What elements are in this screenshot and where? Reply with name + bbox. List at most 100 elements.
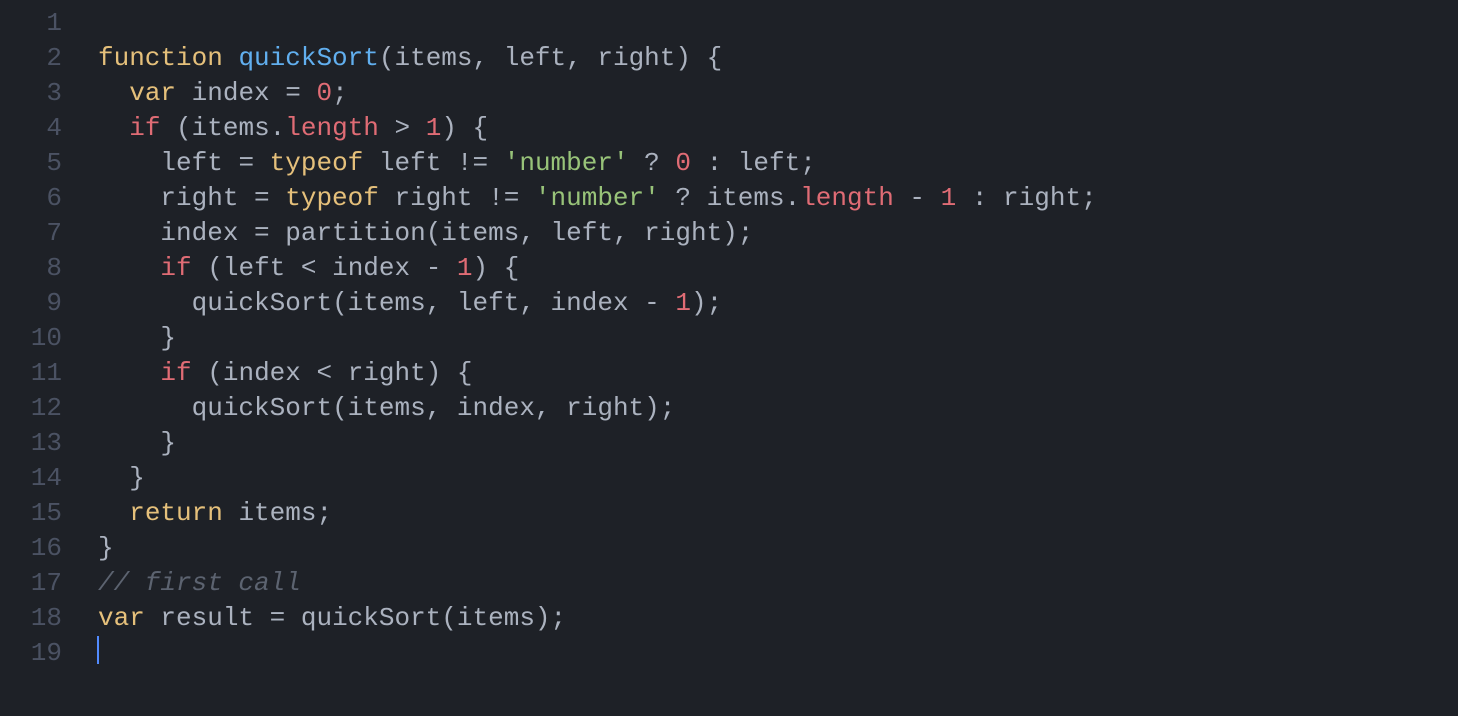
code-token: result [160, 603, 254, 633]
code-token: ( [192, 253, 223, 283]
code-area[interactable]: function quickSort(items, left, right) {… [80, 6, 1458, 716]
code-token: quickSort [238, 43, 378, 73]
code-token [176, 78, 192, 108]
code-token: = [254, 603, 301, 633]
code-token: items [707, 183, 785, 213]
code-line[interactable]: index = partition(items, left, right); [98, 216, 1458, 251]
code-line[interactable]: } [98, 426, 1458, 461]
code-token: function [98, 43, 223, 73]
code-token: items [192, 113, 270, 143]
code-token: ( [426, 218, 442, 248]
code-line[interactable]: if (index < right) { [98, 356, 1458, 391]
code-token: right [644, 218, 722, 248]
code-token: left [379, 148, 441, 178]
code-token: , [613, 218, 644, 248]
code-token [98, 358, 160, 388]
code-token: right [160, 183, 238, 213]
code-token: quickSort [192, 393, 332, 423]
code-line[interactable]: } [98, 321, 1458, 356]
code-token: , [535, 393, 566, 423]
code-token: quickSort [192, 288, 332, 318]
code-token: index [223, 358, 301, 388]
code-line[interactable]: quickSort(items, left, index - 1); [98, 286, 1458, 321]
code-token [98, 253, 160, 283]
code-line[interactable]: if (left < index - 1) { [98, 251, 1458, 286]
code-token: length [800, 183, 894, 213]
code-token: items [238, 498, 316, 528]
code-token: = [270, 78, 317, 108]
code-token: index [551, 288, 629, 318]
code-line[interactable]: function quickSort(items, left, right) { [98, 41, 1458, 76]
code-token: 'number' [504, 148, 629, 178]
line-number: 2 [0, 41, 62, 76]
code-token: right [597, 43, 675, 73]
code-token: ); [691, 288, 722, 318]
code-token: ) { [426, 358, 473, 388]
code-line[interactable]: // first call [98, 566, 1458, 601]
code-token: right [566, 393, 644, 423]
line-number: 3 [0, 76, 62, 111]
code-line[interactable]: } [98, 531, 1458, 566]
line-number: 19 [0, 636, 62, 671]
code-token: left [504, 43, 566, 73]
code-line[interactable]: quickSort(items, index, right); [98, 391, 1458, 426]
code-token: 'number' [535, 183, 660, 213]
code-token: left [223, 253, 285, 283]
code-token: typeof [270, 148, 364, 178]
code-token: . [270, 113, 286, 143]
code-token: , [473, 43, 504, 73]
code-token: ); [644, 393, 675, 423]
code-line[interactable]: return items; [98, 496, 1458, 531]
code-line[interactable]: left = typeof left != 'number' ? 0 : lef… [98, 146, 1458, 181]
code-token: ( [332, 288, 348, 318]
code-line[interactable]: } [98, 461, 1458, 496]
code-token: items [348, 393, 426, 423]
code-line[interactable]: right = typeof right != 'number' ? items… [98, 181, 1458, 216]
code-token: 1 [941, 183, 957, 213]
line-number: 7 [0, 216, 62, 251]
line-number-gutter: 12345678910111213141516171819 [0, 6, 80, 716]
code-token [379, 183, 395, 213]
code-token: var [98, 603, 145, 633]
code-line[interactable]: if (items.length > 1) { [98, 111, 1458, 146]
code-token: < [285, 253, 332, 283]
code-token [98, 393, 192, 423]
code-token: - [410, 253, 457, 283]
code-token: , [426, 393, 457, 423]
code-token: = [223, 148, 270, 178]
code-token: index [332, 253, 410, 283]
code-line[interactable] [98, 636, 1458, 671]
code-token [98, 183, 160, 213]
code-line[interactable] [98, 6, 1458, 41]
line-number: 17 [0, 566, 62, 601]
code-token: } [98, 323, 176, 353]
code-token: ) { [473, 253, 520, 283]
code-token: : [956, 183, 1003, 213]
code-token: = [238, 218, 285, 248]
code-token [223, 43, 239, 73]
line-number: 12 [0, 391, 62, 426]
code-line[interactable]: var index = 0; [98, 76, 1458, 111]
code-token: left [160, 148, 222, 178]
code-token: ); [722, 218, 753, 248]
code-token: typeof [285, 183, 379, 213]
code-editor[interactable]: 12345678910111213141516171819 function q… [0, 0, 1458, 716]
line-number: 4 [0, 111, 62, 146]
line-number: 13 [0, 426, 62, 461]
code-token: != [473, 183, 535, 213]
code-token: , [519, 218, 550, 248]
text-cursor [97, 636, 99, 664]
line-number: 15 [0, 496, 62, 531]
line-number: 1 [0, 6, 62, 41]
code-token: ( [160, 113, 191, 143]
code-token: left [738, 148, 800, 178]
code-token: items [457, 603, 535, 633]
code-token: if [160, 358, 191, 388]
code-token: = [238, 183, 285, 213]
line-number: 9 [0, 286, 62, 321]
code-token: 1 [426, 113, 442, 143]
code-token: partition [285, 218, 425, 248]
code-token: ( [379, 43, 395, 73]
code-token: index [192, 78, 270, 108]
code-line[interactable]: var result = quickSort(items); [98, 601, 1458, 636]
